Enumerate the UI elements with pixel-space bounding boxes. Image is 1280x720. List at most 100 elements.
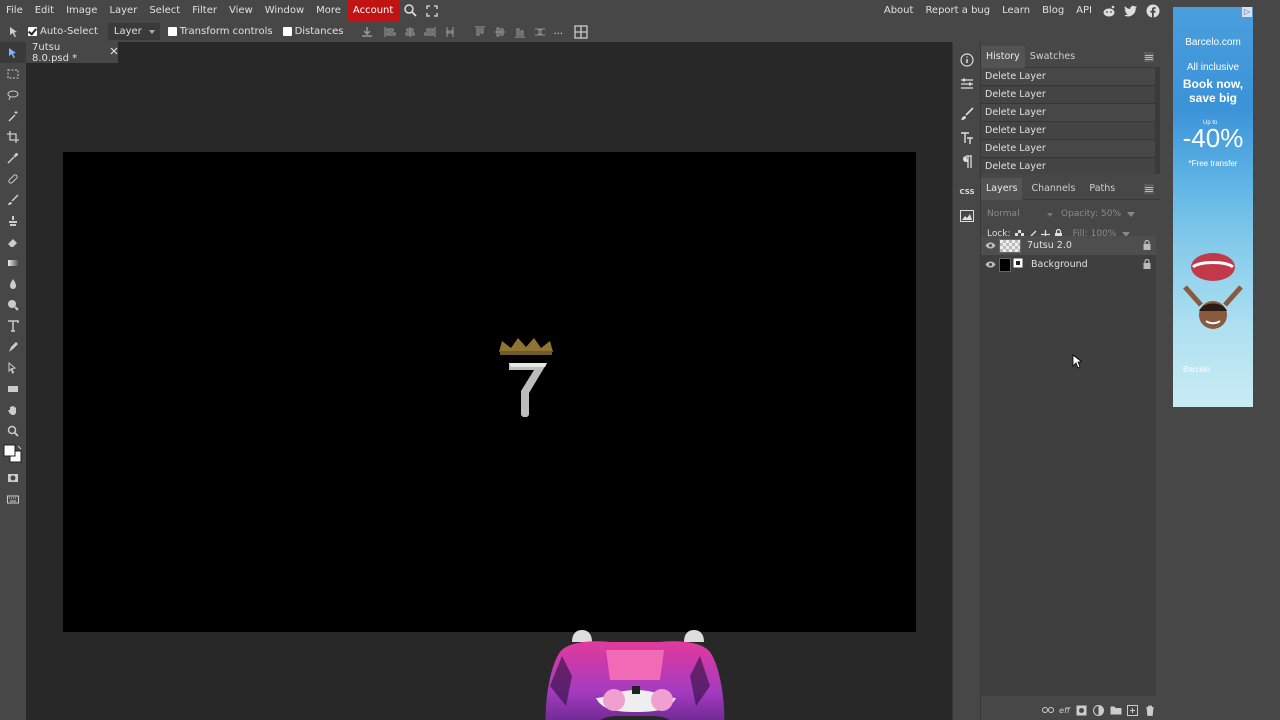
- lasso-tool-icon[interactable]: [0, 84, 26, 105]
- magic-wand-tool-icon[interactable]: [0, 105, 26, 126]
- document-tab[interactable]: 7utsu 8.0.psd *: [26, 42, 118, 64]
- tab-paths[interactable]: Paths: [1084, 178, 1120, 200]
- blend-mode-dropdown[interactable]: Normal: [987, 209, 1057, 219]
- menu-filter[interactable]: Filter: [186, 0, 223, 21]
- tab-swatches[interactable]: Swatches: [1025, 46, 1080, 68]
- layer-row[interactable]: Background: [981, 255, 1156, 274]
- search-icon[interactable]: [399, 0, 421, 21]
- info-icon[interactable]: [953, 48, 981, 72]
- auto-select-target-dropdown[interactable]: Layer: [107, 23, 160, 40]
- history-item[interactable]: Delete Layer: [981, 86, 1155, 104]
- image-icon[interactable]: [953, 204, 981, 228]
- pen-tool-icon[interactable]: [0, 336, 26, 357]
- tab-channels[interactable]: Channels: [1026, 178, 1080, 200]
- menu-edit[interactable]: Edit: [29, 0, 60, 21]
- blur-tool-icon[interactable]: [0, 273, 26, 294]
- ad-free-transfer: *Free transfer: [1188, 159, 1238, 168]
- keyboard-icon[interactable]: [0, 488, 26, 509]
- menu-layer[interactable]: Layer: [103, 0, 143, 21]
- link-report-bug[interactable]: Report a bug: [919, 0, 996, 21]
- link-about[interactable]: About: [878, 0, 920, 21]
- brush-tool-icon[interactable]: [0, 189, 26, 210]
- align-bottom-icon[interactable]: [510, 21, 530, 42]
- path-select-tool-icon[interactable]: [0, 357, 26, 378]
- layer-row[interactable]: 7utsu 2.0: [981, 236, 1156, 255]
- layer-name[interactable]: 7utsu 2.0: [1027, 240, 1072, 251]
- dodge-tool-icon[interactable]: [0, 294, 26, 315]
- history-item[interactable]: Delete Layer: [981, 122, 1155, 140]
- advertisement[interactable]: ▷ Barcelo.com All inclusive Book now, sa…: [1173, 7, 1253, 407]
- opacity-dropdown-icon[interactable]: [1127, 211, 1136, 217]
- css-icon[interactable]: CSS: [953, 180, 981, 204]
- new-folder-icon[interactable]: [1109, 704, 1122, 716]
- add-mask-icon[interactable]: [1075, 704, 1088, 716]
- align-right-icon[interactable]: [420, 21, 440, 42]
- opacity-value[interactable]: 50%: [1101, 209, 1121, 219]
- distribute-h-icon[interactable]: [440, 21, 460, 42]
- menu-file[interactable]: File: [0, 0, 29, 21]
- delete-layer-icon[interactable]: [1143, 704, 1156, 716]
- type-tool-icon[interactable]: [0, 315, 26, 336]
- link-blog[interactable]: Blog: [1036, 0, 1070, 21]
- twitter-icon[interactable]: [1120, 0, 1142, 21]
- paragraph-icon[interactable]: [953, 150, 981, 174]
- adjustment-layer-icon[interactable]: [1092, 704, 1105, 716]
- link-layers-icon[interactable]: [1041, 704, 1054, 716]
- eraser-tool-icon[interactable]: [0, 231, 26, 252]
- distribute-v-icon[interactable]: [530, 21, 550, 42]
- align-middle-icon[interactable]: [490, 21, 510, 42]
- layer-effects-icon[interactable]: eff: [1058, 704, 1071, 716]
- menu-select[interactable]: Select: [143, 0, 186, 21]
- history-menu-icon[interactable]: [1144, 52, 1154, 62]
- close-icon[interactable]: [110, 47, 118, 58]
- link-api[interactable]: API: [1070, 0, 1098, 21]
- layer-name[interactable]: Background: [1031, 259, 1088, 270]
- ad-choices-icon[interactable]: ▷: [1242, 7, 1252, 17]
- align-top-icon[interactable]: [470, 21, 490, 42]
- color-swatches-icon[interactable]: [0, 441, 26, 467]
- layers-menu-icon[interactable]: [1144, 184, 1154, 194]
- menu-more[interactable]: More: [310, 0, 347, 21]
- history-item[interactable]: Delete Layer: [981, 68, 1155, 86]
- menu-window[interactable]: Window: [259, 0, 310, 21]
- eyedropper-tool-icon[interactable]: [0, 147, 26, 168]
- crop-tool-icon[interactable]: [0, 126, 26, 147]
- auto-select-checkbox[interactable]: [28, 27, 37, 36]
- quick-mask-icon[interactable]: [0, 467, 26, 488]
- image-canvas[interactable]: [63, 152, 916, 632]
- menu-account[interactable]: Account: [346, 0, 400, 21]
- align-left-icon[interactable]: [380, 21, 400, 42]
- history-item[interactable]: Delete Layer: [981, 104, 1155, 122]
- ad-footer: Barcelo: [1183, 365, 1211, 374]
- move-tool-icon[interactable]: [0, 42, 26, 63]
- hand-tool-icon[interactable]: [0, 399, 26, 420]
- properties-icon[interactable]: [953, 72, 981, 96]
- history-item[interactable]: Delete Layer: [981, 158, 1155, 174]
- eye-icon[interactable]: [981, 261, 999, 268]
- align-center-h-icon[interactable]: [400, 21, 420, 42]
- brush-settings-icon[interactable]: [953, 102, 981, 126]
- character-icon[interactable]: [953, 126, 981, 150]
- ad-brand: Barcelo.com: [1185, 37, 1241, 48]
- fullscreen-icon[interactable]: [421, 0, 443, 21]
- transform-controls-checkbox[interactable]: [167, 27, 177, 36]
- link-learn[interactable]: Learn: [996, 0, 1036, 21]
- new-layer-icon[interactable]: [1126, 704, 1139, 716]
- history-item[interactable]: Delete Layer: [981, 140, 1155, 158]
- more-options[interactable]: ...: [554, 26, 564, 37]
- menu-view[interactable]: View: [223, 0, 259, 21]
- tab-layers[interactable]: Layers: [981, 177, 1023, 200]
- reddit-icon[interactable]: [1098, 0, 1120, 21]
- distances-checkbox[interactable]: [282, 27, 292, 36]
- clone-stamp-tool-icon[interactable]: [0, 210, 26, 231]
- marquee-tool-icon[interactable]: [0, 63, 26, 84]
- tab-history[interactable]: History: [981, 45, 1025, 68]
- menu-image[interactable]: Image: [60, 0, 103, 21]
- healing-brush-tool-icon[interactable]: [0, 168, 26, 189]
- zoom-tool-icon[interactable]: [0, 420, 26, 441]
- gradient-tool-icon[interactable]: [0, 252, 26, 273]
- shape-tool-icon[interactable]: [0, 378, 26, 399]
- grid-icon[interactable]: [571, 21, 591, 42]
- eye-icon[interactable]: [981, 242, 999, 249]
- download-icon[interactable]: [354, 21, 380, 42]
